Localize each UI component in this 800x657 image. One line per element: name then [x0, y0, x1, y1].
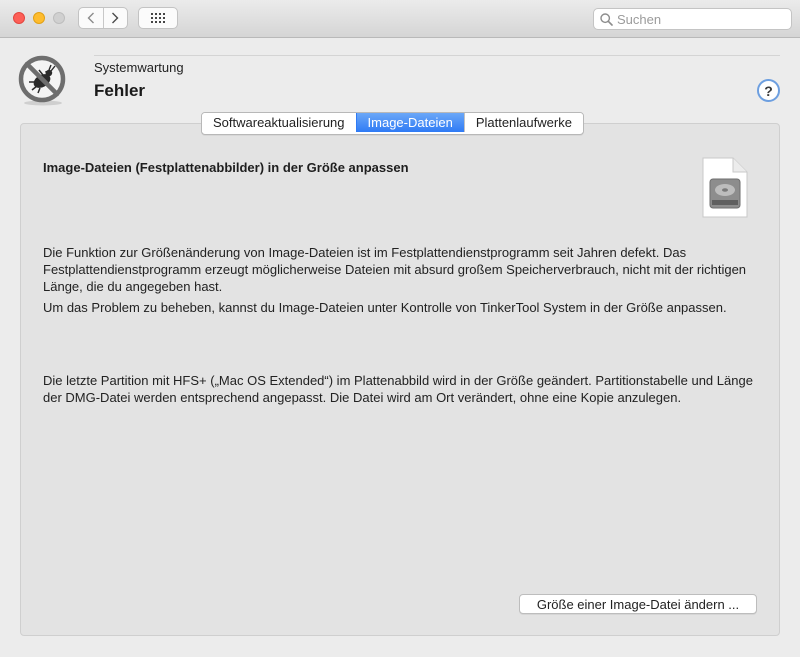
title-bar [0, 0, 800, 38]
search-field[interactable] [593, 8, 792, 30]
tab-softwareaktualisierung[interactable]: Softwareaktualisierung [202, 113, 356, 132]
tab-bar: Softwareaktualisierung Image-Dateien Pla… [201, 112, 584, 135]
preferences-window: Systemwartung Fehler ? Softwareaktualisi… [0, 0, 800, 657]
header-divider [94, 55, 780, 56]
description-paragraph: Die Funktion zur Größenänderung von Imag… [43, 245, 747, 294]
search-input[interactable] [617, 11, 787, 27]
solution-paragraph: Um das Problem zu beheben, kannst du Ima… [43, 300, 727, 315]
bug-prohibited-icon [18, 55, 66, 106]
content-heading: Image-Dateien (Festplattenabbilder) in d… [43, 160, 409, 175]
tab-image-dateien[interactable]: Image-Dateien [355, 113, 464, 132]
chevron-left-icon [87, 12, 94, 24]
page-title: Fehler [94, 81, 146, 100]
magnifier-icon [600, 12, 613, 26]
tab-plattenlaufwerke[interactable]: Plattenlaufwerke [463, 113, 583, 132]
show-all-button[interactable] [138, 7, 178, 29]
resize-image-button[interactable]: Größe einer Image-Datei ändern ... [519, 594, 757, 614]
back-button[interactable] [79, 8, 103, 28]
help-button[interactable]: ? [757, 79, 780, 102]
navigation-buttons [78, 7, 128, 29]
chevron-right-icon [112, 12, 119, 24]
section-label: Systemwartung [94, 60, 184, 75]
zoom-window-button[interactable] [53, 12, 65, 24]
forward-button[interactable] [102, 8, 128, 28]
details-paragraph: Die letzte Partition mit HFS+ („Mac OS E… [43, 373, 753, 405]
grid-icon [151, 13, 165, 23]
close-window-button[interactable] [13, 12, 25, 24]
disk-image-document-icon [702, 157, 748, 218]
minimize-window-button[interactable] [33, 12, 45, 24]
